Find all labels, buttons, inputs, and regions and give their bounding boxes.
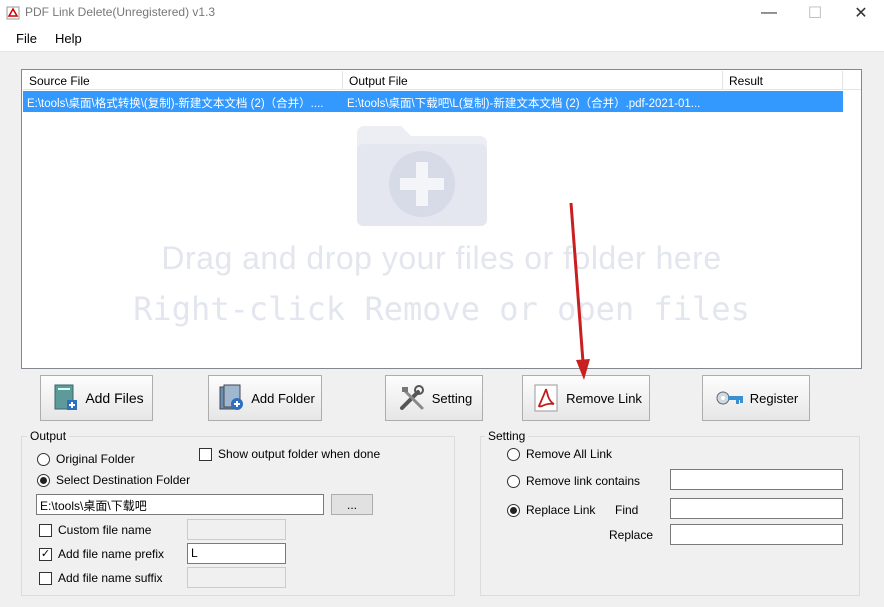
- replace-label: Replace: [609, 528, 654, 542]
- prefix-input[interactable]: L: [187, 543, 286, 564]
- remove-contains-input[interactable]: [670, 469, 843, 490]
- select-destination-radio[interactable]: Select Destination Folder: [37, 473, 190, 487]
- add-folder-button[interactable]: Add Folder: [208, 375, 322, 421]
- suffix-input[interactable]: [187, 567, 286, 588]
- file-list[interactable]: Source File Output File Result E:\tools\…: [21, 69, 862, 369]
- custom-name-checkbox[interactable]: Custom file name: [39, 523, 151, 537]
- radio-indicator: [37, 452, 50, 466]
- drop-hint-line2: Right-click Remove or open files: [133, 290, 750, 328]
- custom-name-label: Custom file name: [58, 523, 152, 537]
- prefix-label: Add file name prefix: [58, 547, 165, 561]
- remove-all-label: Remove All Link: [526, 447, 613, 461]
- replace-link-radio[interactable]: Replace Link: [507, 503, 595, 517]
- column-header-filler: [843, 71, 861, 90]
- suffix-checkbox[interactable]: Add file name suffix: [39, 571, 163, 585]
- radio-indicator: [507, 474, 520, 488]
- menu-file[interactable]: File: [16, 31, 37, 46]
- minimize-icon: —: [761, 4, 777, 21]
- checkbox-indicator: [39, 523, 52, 537]
- key-icon: [716, 391, 743, 405]
- replace-link-label: Replace Link: [526, 503, 596, 517]
- radio-indicator-selected: [507, 503, 520, 517]
- show-output-checkbox[interactable]: Show output folder when done: [199, 447, 380, 461]
- add-folder-label: Add Folder: [251, 390, 315, 406]
- close-button[interactable]: ✕: [838, 0, 884, 26]
- maximize-button[interactable]: ☐: [792, 0, 838, 26]
- select-destination-label: Select Destination Folder: [56, 473, 191, 487]
- add-files-icon: [54, 384, 78, 410]
- browse-button[interactable]: ...: [331, 494, 373, 515]
- prefix-checkbox[interactable]: ✓ Add file name prefix: [39, 547, 164, 561]
- show-output-label: Show output folder when done: [218, 447, 381, 461]
- column-header-output[interactable]: Output File: [343, 71, 723, 90]
- minimize-button[interactable]: —: [746, 0, 792, 26]
- setting-label: Setting: [431, 390, 473, 406]
- add-folder-watermark-icon: [357, 126, 487, 226]
- setting-button[interactable]: Setting: [385, 375, 483, 421]
- pdf-icon: [534, 384, 558, 412]
- row-source-cell: E:\tools\桌面\格式转换\(复制)-新建文本文档 (2)（合并）....: [27, 98, 324, 110]
- column-header-source[interactable]: Source File: [23, 71, 343, 90]
- remove-link-label: Remove Link: [566, 390, 642, 406]
- remove-all-radio[interactable]: Remove All Link: [507, 447, 612, 461]
- window-title: PDF Link Delete(Unregistered) v1.3: [25, 5, 216, 19]
- checkbox-indicator: [199, 447, 212, 461]
- column-header-source-label: Source File: [29, 74, 90, 88]
- column-header-output-label: Output File: [349, 74, 408, 88]
- checkbox-indicator: [39, 571, 52, 585]
- custom-name-input[interactable]: [187, 519, 286, 540]
- maximize-icon: ☐: [807, 5, 823, 22]
- table-row[interactable]: E:\tools\桌面\格式转换\(复制)-新建文本文档 (2)（合并）....…: [23, 91, 843, 112]
- close-icon: ✕: [854, 5, 868, 22]
- find-input[interactable]: [670, 498, 843, 519]
- column-header-result[interactable]: Result: [723, 71, 843, 90]
- tools-icon: [399, 385, 424, 410]
- find-label: Find: [615, 503, 639, 517]
- column-header-result-label: Result: [729, 74, 764, 88]
- original-folder-radio[interactable]: Original Folder: [37, 452, 135, 466]
- remove-contains-radio[interactable]: Remove link contains: [507, 474, 640, 488]
- radio-indicator-selected: [37, 473, 50, 487]
- remove-contains-label: Remove link contains: [526, 474, 641, 488]
- menu-bar: File Help: [0, 26, 884, 52]
- title-bar: PDF Link Delete(Unregistered) v1.3 — ☐ ✕: [0, 0, 884, 26]
- suffix-label: Add file name suffix: [58, 571, 163, 585]
- row-output-cell: E:\tools\桌面\下载吧\L(复制)-新建文本文档 (2)（合并）.pdf…: [347, 98, 701, 110]
- setting-group-title: Setting: [485, 429, 529, 443]
- destination-path-input[interactable]: E:\tools\桌面\下载吧: [36, 494, 324, 515]
- original-folder-label: Original Folder: [56, 452, 135, 466]
- replace-input[interactable]: [670, 524, 843, 545]
- add-files-button[interactable]: Add Files: [40, 375, 153, 421]
- register-label: Register: [749, 390, 799, 406]
- remove-link-button[interactable]: Remove Link: [522, 375, 650, 421]
- register-button[interactable]: Register: [702, 375, 810, 421]
- menu-help[interactable]: Help: [55, 31, 82, 46]
- radio-indicator: [507, 447, 520, 461]
- add-folder-icon: [219, 384, 244, 410]
- add-files-label: Add Files: [85, 390, 144, 406]
- output-group-title: Output: [27, 429, 70, 443]
- checkbox-checked-indicator: ✓: [39, 547, 52, 561]
- pdf-app-icon: [6, 6, 20, 20]
- drop-hint-line1: Drag and drop your files or folder here: [161, 240, 722, 276]
